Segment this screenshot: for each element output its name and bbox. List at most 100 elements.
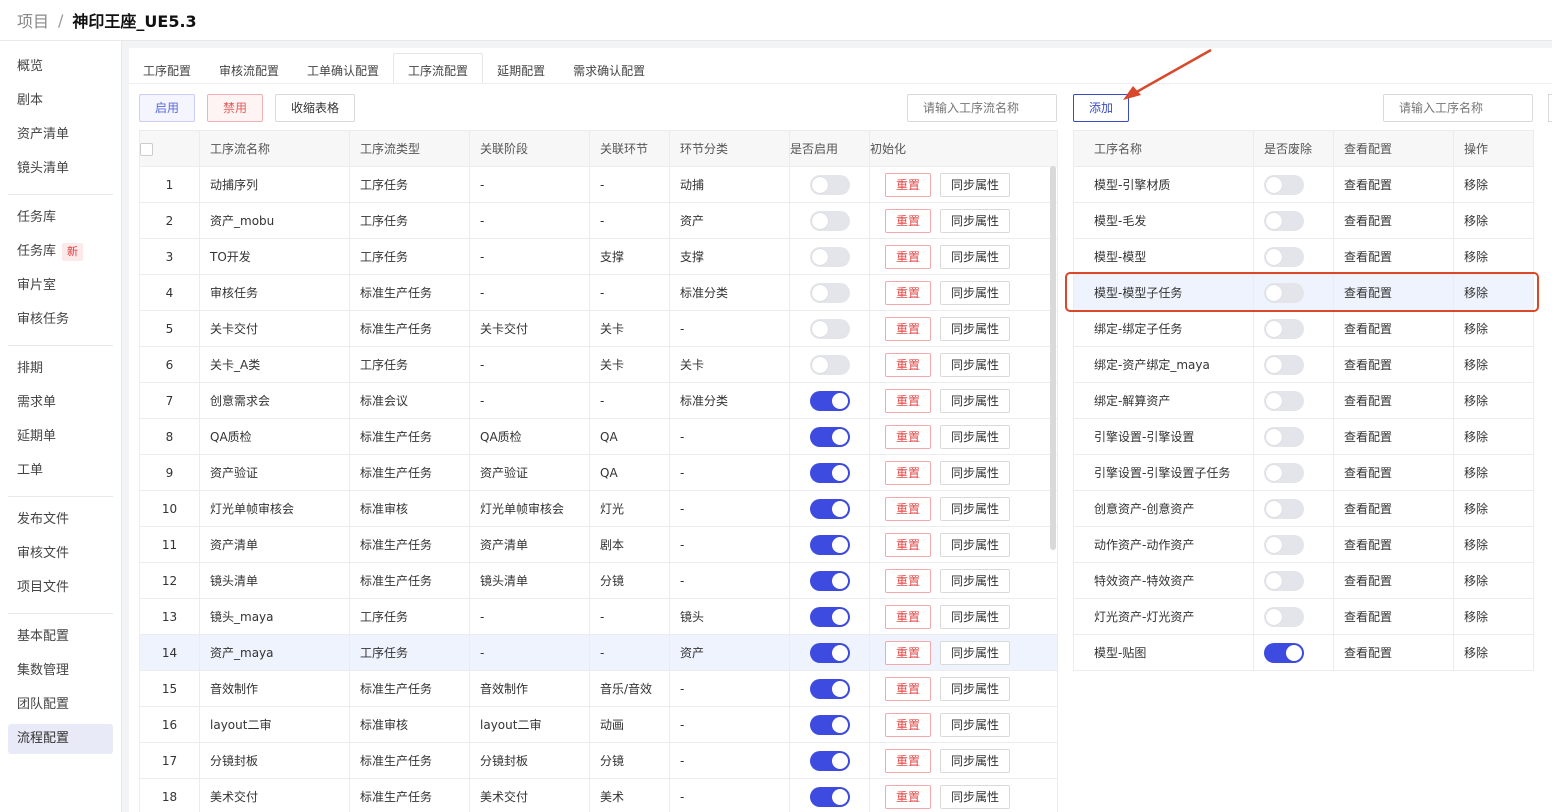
table-row[interactable]: 18 美术交付 标准生产任务 美术交付 美术 - 重置 同步属性 — [139, 778, 1058, 812]
table-row[interactable]: 模型-贴图 查看配置 移除 — [1073, 634, 1534, 671]
deprecated-toggle[interactable] — [1264, 534, 1304, 555]
table-row[interactable]: 引擎设置-引擎设置子任务 查看配置 移除 — [1073, 454, 1534, 491]
sidebar-item-episodes[interactable]: 集数管理 — [8, 656, 113, 686]
deprecated-toggle[interactable] — [1264, 642, 1304, 663]
deprecated-toggle[interactable] — [1264, 246, 1304, 267]
remove-link[interactable]: 移除 — [1453, 418, 1534, 455]
sync-attributes-button[interactable]: 同步属性 — [940, 532, 1010, 557]
sidebar-item-task-library[interactable]: 任务库 — [8, 203, 113, 233]
tab-process-flow-config[interactable]: 工序流配置 — [393, 53, 484, 83]
sync-attributes-button[interactable]: 同步属性 — [940, 640, 1010, 665]
remove-link[interactable]: 移除 — [1453, 562, 1534, 599]
flow-search-input[interactable] — [907, 94, 1057, 122]
sync-attributes-button[interactable]: 同步属性 — [940, 748, 1010, 773]
enabled-toggle[interactable] — [809, 426, 850, 447]
reset-button[interactable]: 重置 — [885, 244, 931, 269]
sync-attributes-button[interactable]: 同步属性 — [940, 496, 1010, 521]
disable-button[interactable]: 禁用 — [207, 94, 263, 122]
sidebar-item-flow-config[interactable]: 流程配置 — [8, 724, 113, 754]
table-row[interactable]: 12 镜头清单 标准生产任务 镜头清单 分镜 - 重置 同步属性 — [139, 562, 1058, 599]
sync-attributes-button[interactable]: 同步属性 — [940, 280, 1010, 305]
view-config-link[interactable]: 查看配置 — [1333, 202, 1454, 239]
view-config-link[interactable]: 查看配置 — [1333, 598, 1454, 635]
enabled-toggle[interactable] — [809, 246, 850, 267]
enabled-toggle[interactable] — [809, 210, 850, 231]
sync-attributes-button[interactable]: 同步属性 — [940, 316, 1010, 341]
enabled-toggle[interactable] — [809, 318, 850, 339]
table-row[interactable]: 引擎设置-引擎设置 查看配置 移除 — [1073, 418, 1534, 455]
reset-button[interactable]: 重置 — [885, 316, 931, 341]
enabled-toggle[interactable] — [809, 606, 850, 627]
table-row[interactable]: 3 TO开发 工序任务 - 支撑 支撑 重置 同步属性 — [139, 238, 1058, 275]
deprecated-toggle[interactable] — [1264, 606, 1304, 627]
sidebar-item-review-files[interactable]: 审核文件 — [8, 539, 113, 569]
sidebar-item-script[interactable]: 剧本 — [8, 86, 113, 116]
reset-button[interactable]: 重置 — [885, 532, 931, 557]
sync-attributes-button[interactable]: 同步属性 — [940, 568, 1010, 593]
sidebar-item-overview[interactable]: 概览 — [8, 52, 113, 82]
sync-attributes-button[interactable]: 同步属性 — [940, 784, 1010, 809]
deprecated-toggle[interactable] — [1264, 498, 1304, 519]
enabled-toggle[interactable] — [809, 174, 850, 195]
reset-button[interactable]: 重置 — [885, 280, 931, 305]
remove-link[interactable]: 移除 — [1453, 166, 1534, 203]
deprecated-toggle[interactable] — [1264, 174, 1304, 195]
reset-button[interactable]: 重置 — [885, 424, 931, 449]
vertical-scrollbar[interactable] — [1050, 166, 1056, 550]
view-config-link[interactable]: 查看配置 — [1333, 634, 1454, 671]
breadcrumb-root[interactable]: 项目 — [17, 8, 49, 32]
reset-button[interactable]: 重置 — [885, 604, 931, 629]
enabled-toggle[interactable] — [809, 714, 850, 735]
table-row[interactable]: 创意资产-创意资产 查看配置 移除 — [1073, 490, 1534, 527]
reset-button[interactable]: 重置 — [885, 676, 931, 701]
remove-link[interactable]: 移除 — [1453, 490, 1534, 527]
sidebar-item-project-files[interactable]: 项目文件 — [8, 573, 113, 603]
reset-button[interactable]: 重置 — [885, 784, 931, 809]
table-row[interactable]: 6 关卡_A类 工序任务 - 关卡 关卡 重置 同步属性 — [139, 346, 1058, 383]
reset-button[interactable]: 重置 — [885, 460, 931, 485]
sync-attributes-button[interactable]: 同步属性 — [940, 208, 1010, 233]
table-row[interactable]: 15 音效制作 标准生产任务 音效制作 音乐/音效 - 重置 同步属性 — [139, 670, 1058, 707]
table-row[interactable]: 13 镜头_maya 工序任务 - - 镜头 重置 同步属性 — [139, 598, 1058, 635]
table-row[interactable]: 动作资产-动作资产 查看配置 移除 — [1073, 526, 1534, 563]
tab-request-confirm-config[interactable]: 需求确认配置 — [559, 54, 659, 84]
enabled-toggle[interactable] — [809, 570, 850, 591]
enabled-toggle[interactable] — [809, 678, 850, 699]
view-config-link[interactable]: 查看配置 — [1333, 310, 1454, 347]
enabled-toggle[interactable] — [809, 390, 850, 411]
sidebar-item-basic-config[interactable]: 基本配置 — [8, 622, 113, 652]
deprecated-toggle[interactable] — [1264, 462, 1304, 483]
view-config-link[interactable]: 查看配置 — [1333, 238, 1454, 275]
table-row[interactable]: 8 QA质检 标准生产任务 QA质检 QA - 重置 同步属性 — [139, 418, 1058, 455]
view-config-link[interactable]: 查看配置 — [1333, 382, 1454, 419]
sidebar-item-shot-list[interactable]: 镜头清单 — [8, 154, 113, 184]
deprecated-toggle[interactable] — [1264, 390, 1304, 411]
sync-attributes-button[interactable]: 同步属性 — [940, 388, 1010, 413]
table-row[interactable]: 特效资产-特效资产 查看配置 移除 — [1073, 562, 1534, 599]
view-config-link[interactable]: 查看配置 — [1333, 562, 1454, 599]
remove-link[interactable]: 移除 — [1453, 310, 1534, 347]
sync-attributes-button[interactable]: 同步属性 — [940, 172, 1010, 197]
table-row[interactable]: 16 layout二审 标准审核 layout二审 动画 - 重置 同步属性 — [139, 706, 1058, 743]
reset-button[interactable]: 重置 — [885, 748, 931, 773]
enabled-toggle[interactable] — [809, 498, 850, 519]
enabled-toggle[interactable] — [809, 534, 850, 555]
reset-button[interactable]: 重置 — [885, 496, 931, 521]
table-row[interactable]: 绑定-解算资产 查看配置 移除 — [1073, 382, 1534, 419]
reset-button[interactable]: 重置 — [885, 208, 931, 233]
enabled-toggle[interactable] — [809, 354, 850, 375]
view-config-link[interactable]: 查看配置 — [1333, 346, 1454, 383]
deprecated-toggle[interactable] — [1264, 426, 1304, 447]
reset-button[interactable]: 重置 — [885, 388, 931, 413]
view-config-link[interactable]: 查看配置 — [1333, 526, 1454, 563]
sync-attributes-button[interactable]: 同步属性 — [940, 604, 1010, 629]
enabled-toggle[interactable] — [809, 462, 850, 483]
tab-review-flow-config[interactable]: 审核流配置 — [205, 54, 293, 84]
deprecated-toggle[interactable] — [1264, 570, 1304, 591]
table-row[interactable]: 灯光资产-灯光资产 查看配置 移除 — [1073, 598, 1534, 635]
view-config-link[interactable]: 查看配置 — [1333, 166, 1454, 203]
remove-link[interactable]: 移除 — [1453, 238, 1534, 275]
reset-button[interactable]: 重置 — [885, 712, 931, 737]
remove-link[interactable]: 移除 — [1453, 526, 1534, 563]
sidebar-item-task-library-new[interactable]: 任务库新 — [8, 237, 113, 267]
